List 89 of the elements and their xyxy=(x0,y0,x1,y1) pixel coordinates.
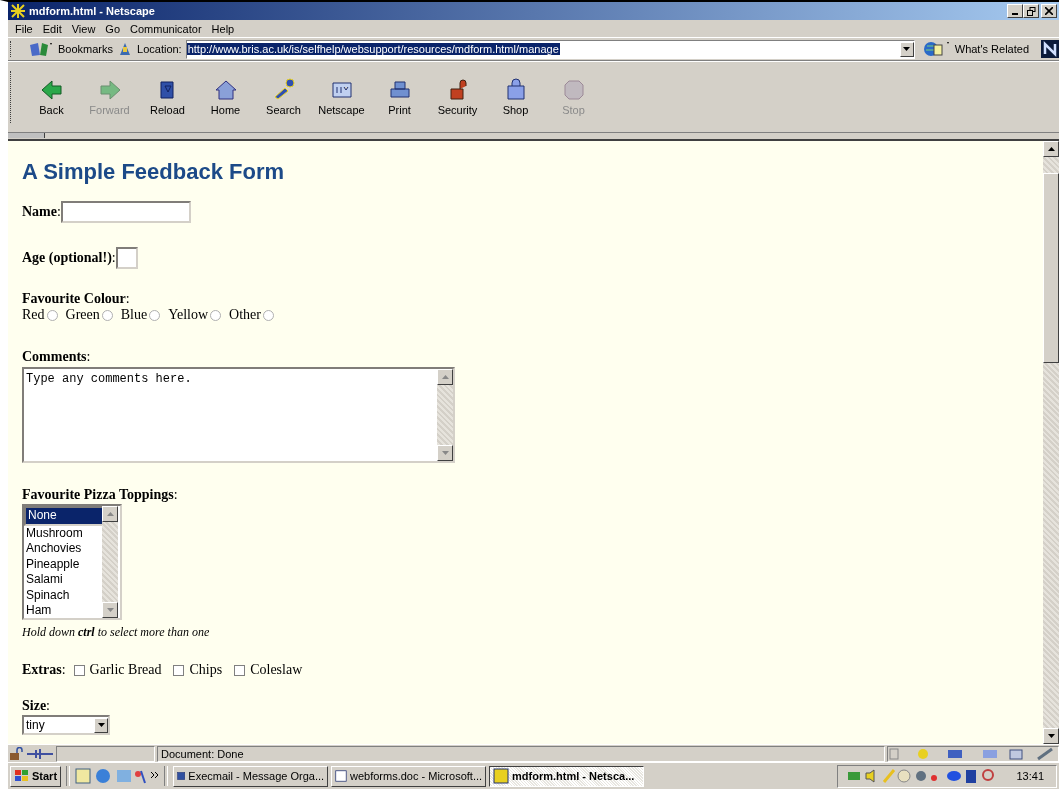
menu-item[interactable]: Go xyxy=(100,22,126,35)
dropdown-button[interactable] xyxy=(899,41,914,57)
list-option[interactable]: Mushroom xyxy=(24,525,102,541)
arrow-right-icon xyxy=(97,78,122,102)
radio-label: Green xyxy=(65,307,100,323)
radio-button[interactable] xyxy=(149,309,161,321)
connection-icon xyxy=(26,746,54,761)
colour-label: Favourite Colour: xyxy=(22,291,130,306)
radio-label: Red xyxy=(22,307,45,323)
start-button[interactable]: Start xyxy=(10,765,62,787)
toppings-label: Favourite Pizza Toppings: xyxy=(22,487,178,502)
radio-label: Yellow xyxy=(168,307,209,323)
checkbox[interactable] xyxy=(234,664,246,676)
status-text: Document: Done xyxy=(157,745,885,762)
checkbox[interactable] xyxy=(73,664,85,676)
size-label: Size: xyxy=(22,698,50,713)
name-label: Name: xyxy=(22,204,61,220)
radio-button[interactable] xyxy=(46,309,58,321)
close-icon xyxy=(1045,7,1053,15)
toolbar-button[interactable]: Security xyxy=(430,78,485,116)
size-select[interactable]: tiny xyxy=(22,715,110,735)
hint-text: Hold down ctrl to select more than one xyxy=(22,625,211,640)
radio-label: Other xyxy=(229,307,261,323)
checkbox-label: Garlic Bread xyxy=(89,662,162,678)
age-field[interactable] xyxy=(115,247,138,269)
radio-button[interactable] xyxy=(262,309,274,321)
toolbar-button[interactable]: Search xyxy=(256,78,311,116)
toolbar-button[interactable]: Shop xyxy=(488,78,543,116)
toolbar-button[interactable]: Print xyxy=(372,78,427,116)
page-scrollbar[interactable] xyxy=(1043,141,1059,744)
list-option[interactable]: Pineapple xyxy=(24,556,102,572)
clock: 13:41 xyxy=(1016,770,1044,782)
quick-launch-drawing[interactable] xyxy=(75,767,160,785)
menu-item[interactable]: File xyxy=(10,22,38,35)
caret-up-icon[interactable] xyxy=(1047,147,1055,151)
list-option[interactable]: Ham xyxy=(24,603,102,618)
comments-label: Comments: xyxy=(22,349,91,364)
window-title: mdform.html - Netscape xyxy=(29,5,155,17)
toolbar-button[interactable]: Back xyxy=(24,78,79,116)
menu-item[interactable]: View xyxy=(66,22,101,35)
globe-icon[interactable] xyxy=(922,40,951,58)
scrollbar-thumb[interactable] xyxy=(1043,173,1059,363)
bookmarks-button[interactable]: Bookmarks xyxy=(58,43,114,55)
list-option[interactable]: None xyxy=(24,506,102,526)
restore-button[interactable] xyxy=(1023,4,1039,18)
bookmark-book-icon[interactable] xyxy=(28,41,54,57)
checkbox[interactable] xyxy=(173,664,185,676)
checkbox-label: Chips xyxy=(189,662,223,678)
url-field[interactable]: http://www.bris.ac.uk/is/selfhelp/websupport/resources/mdform.html/manage xyxy=(185,39,915,59)
app-icon xyxy=(10,3,26,19)
location-label: Location: xyxy=(137,43,182,55)
app-icon xyxy=(335,768,347,784)
padlock-icon[interactable] xyxy=(8,746,24,761)
radio-button[interactable] xyxy=(210,309,222,321)
list-option[interactable]: Spinach xyxy=(24,587,102,603)
page-heading: A Simple Feedback Form xyxy=(22,159,286,185)
home-icon xyxy=(213,78,238,102)
app-icon xyxy=(493,768,510,784)
name-field[interactable] xyxy=(60,201,191,223)
caret-down-icon[interactable] xyxy=(1047,734,1055,738)
toppings-listbox[interactable]: None Mushroom Anchovies Pineapple Salami Spinach Ham xyxy=(22,504,122,620)
menu-item[interactable]: Help xyxy=(206,22,240,35)
close-button[interactable] xyxy=(1041,4,1057,18)
radio-label: Blue xyxy=(120,307,148,323)
toolbar-button[interactable]: Netscape xyxy=(314,78,369,116)
toolbar-button[interactable]: Reload xyxy=(140,78,195,116)
collapse-tab[interactable] xyxy=(8,133,45,138)
caret-down-icon xyxy=(903,47,911,51)
taskbar-button[interactable]: mdform.html - Netsca... xyxy=(489,765,645,787)
stop-icon xyxy=(561,78,586,102)
netscape-logo xyxy=(1041,40,1059,58)
toolbar-button[interactable]: Home xyxy=(198,78,253,116)
checkbox-label: Coleslaw xyxy=(250,662,303,678)
radio-button[interactable] xyxy=(101,309,113,321)
list-option[interactable]: Salami xyxy=(24,572,102,588)
menu-item[interactable]: Communicator xyxy=(125,22,207,35)
minimize-button[interactable] xyxy=(1007,4,1023,18)
menu-item[interactable]: Edit xyxy=(37,22,67,35)
restore-icon xyxy=(1026,6,1036,16)
extras-label: Extras: xyxy=(22,662,66,678)
taskbar-button[interactable]: Execmail - Message Orga... xyxy=(173,765,329,787)
taskbar-button[interactable]: webforms.doc - Microsoft... xyxy=(331,765,487,787)
whats-related-button[interactable]: What's Related xyxy=(954,43,1029,55)
arrow-left-icon xyxy=(39,78,64,102)
windows-flag-icon xyxy=(14,769,30,783)
comments-textarea[interactable]: Type any comments here. xyxy=(22,367,455,463)
caret-down-icon xyxy=(97,723,105,727)
list-option[interactable]: Anchovies xyxy=(24,541,102,557)
age-label: Age (optional!): xyxy=(22,250,116,266)
